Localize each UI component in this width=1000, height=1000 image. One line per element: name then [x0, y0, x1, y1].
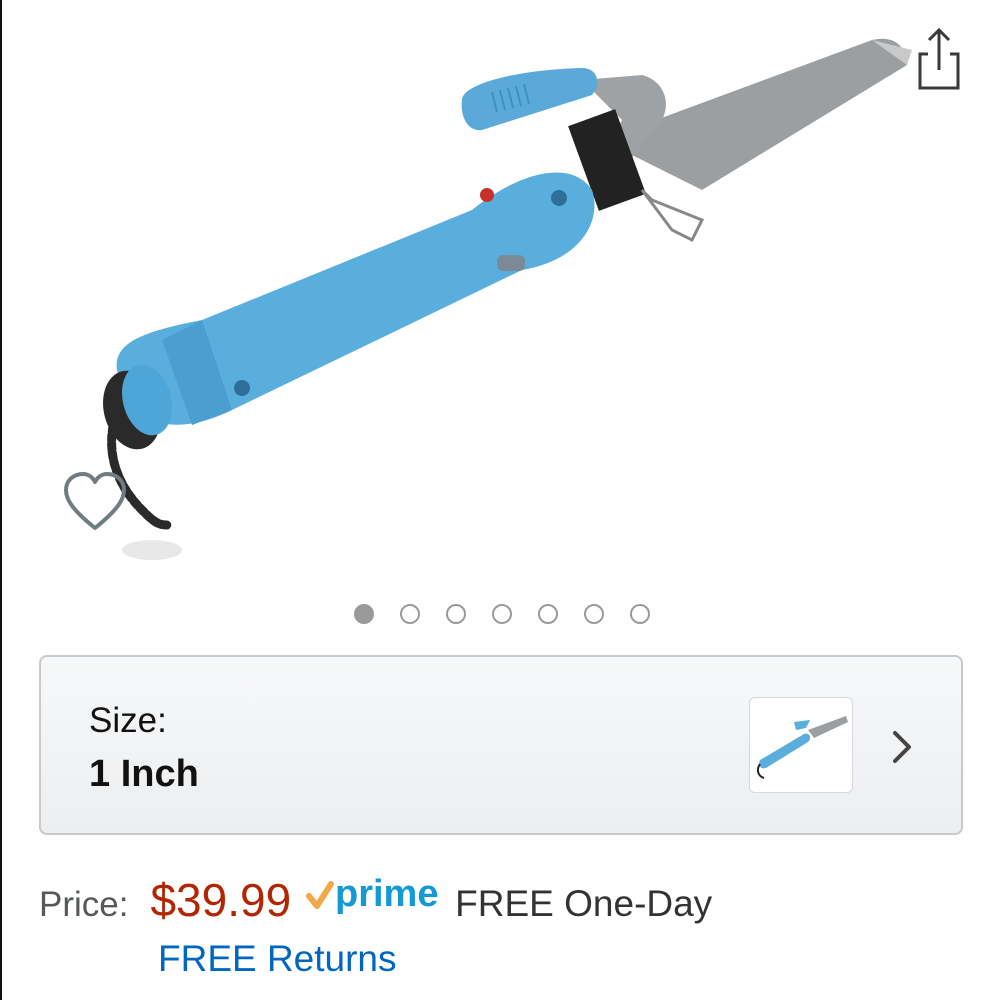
carousel-dot[interactable]: [354, 604, 374, 624]
carousel-dot[interactable]: [400, 604, 420, 624]
price-value: $39.99: [150, 874, 292, 926]
image-carousel-indicator: [2, 604, 1000, 624]
share-icon: [918, 27, 960, 90]
carousel-dot[interactable]: [538, 604, 558, 624]
price-label: Price:: [39, 885, 129, 924]
wishlist-button[interactable]: [60, 470, 130, 536]
heart-outline-icon: [64, 472, 126, 530]
carousel-dot[interactable]: [446, 604, 466, 624]
prime-label: prime: [335, 874, 438, 915]
size-thumbnail[interactable]: [749, 697, 853, 793]
curling-iron-thumbnail-icon: [756, 716, 848, 779]
share-button[interactable]: [910, 24, 966, 94]
size-label: Size:: [89, 701, 167, 740]
carousel-dot[interactable]: [630, 604, 650, 624]
price-row: Price: $39.99 prime FREE One-Day: [39, 870, 712, 940]
carousel-dot[interactable]: [492, 604, 512, 624]
carousel-dot[interactable]: [584, 604, 604, 624]
size-selector[interactable]: Size: 1 Inch: [39, 655, 963, 835]
chevron-right-icon: [893, 731, 911, 763]
prime-logo-icon: prime: [306, 874, 439, 915]
shipping-text: FREE One-Day: [455, 883, 713, 924]
size-value: 1 Inch: [89, 753, 199, 795]
product-image[interactable]: [42, 20, 942, 580]
free-returns-link[interactable]: FREE Returns: [158, 938, 397, 980]
